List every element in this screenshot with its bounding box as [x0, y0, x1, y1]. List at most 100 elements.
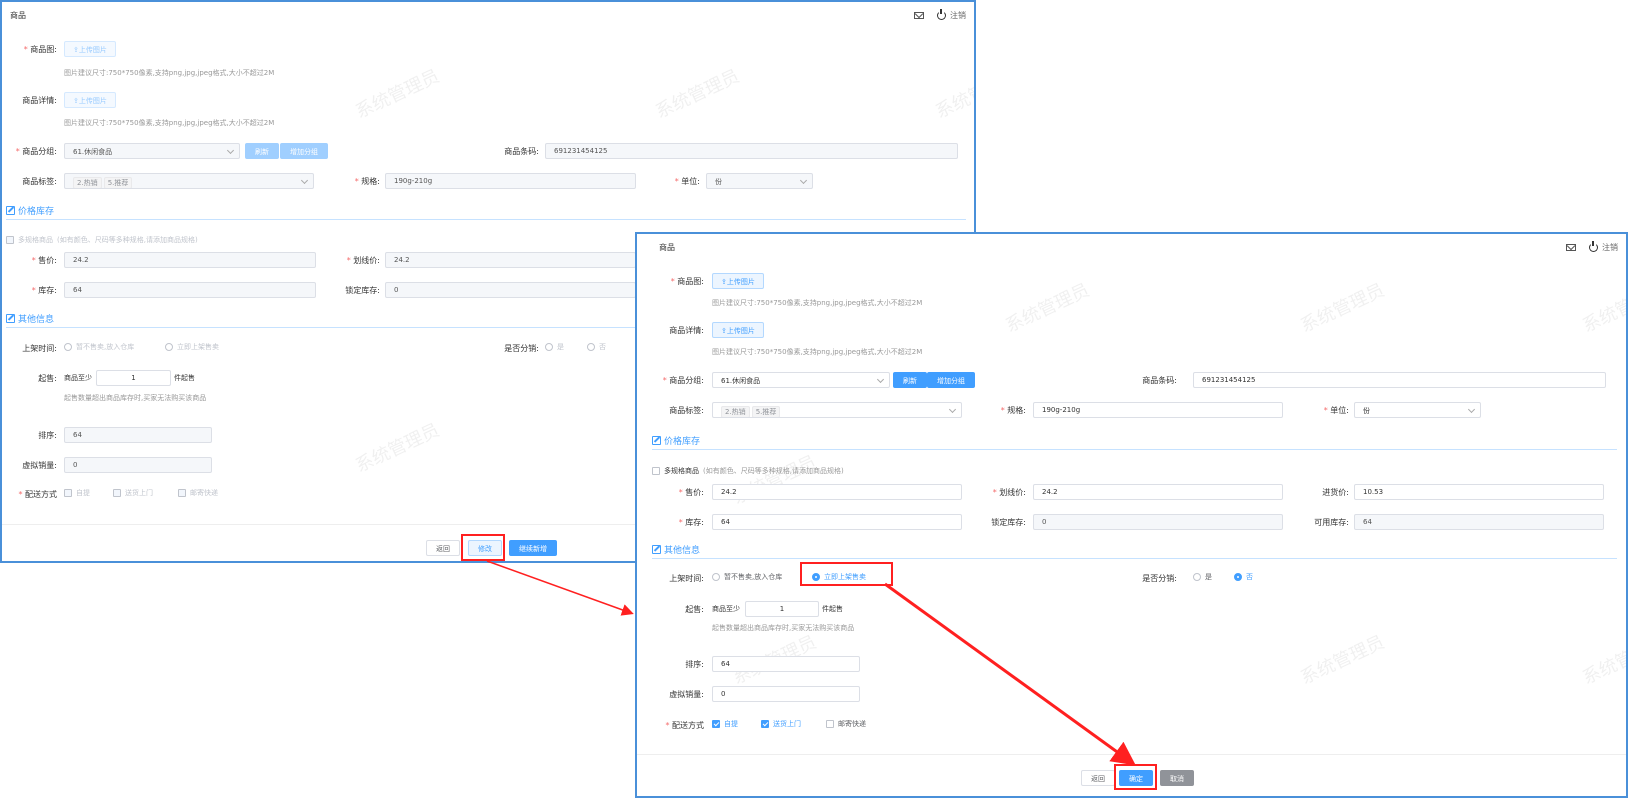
delivery-home-checkbox[interactable]: 送货上门	[761, 719, 801, 729]
back-button[interactable]: 返回	[1081, 770, 1115, 786]
available-stock-label: 可用库存:	[1314, 518, 1349, 527]
edit-icon	[6, 206, 15, 215]
delivery-label: 配送方式	[659, 720, 704, 731]
edit-button-highlight	[461, 534, 505, 561]
edit-icon	[6, 314, 15, 323]
spec-label: 规格:	[994, 405, 1026, 416]
upload-hint: 图片建议尺寸:750*750像素,支持png,jpg,jpeg格式,大小不超过2…	[712, 348, 923, 356]
back-topbar: 商品 注销	[2, 2, 974, 28]
stock-label: 库存:	[659, 517, 704, 528]
distribution-no[interactable]: 否	[1234, 572, 1253, 582]
stock-input[interactable]: 64	[712, 514, 962, 530]
arrow-edit-to-form	[486, 560, 634, 616]
price-label: 售价:	[22, 255, 57, 266]
price-input[interactable]: 24.2	[712, 484, 962, 500]
upload-detail-button[interactable]: ⇪上传图片	[64, 92, 116, 108]
watermark: 系统管理员	[1579, 631, 1628, 689]
shelf-option-warehouse[interactable]: 暂不售卖,放入仓库	[712, 572, 782, 582]
product-image-label: 商品图:	[659, 276, 704, 287]
front-window: 商品 注销 系统管理员 系统管理员 系统管理员 系统管理员 系统管理员 系统管理…	[635, 232, 1628, 798]
tag-item: 5.推荐	[103, 177, 133, 188]
multi-spec-checkbox[interactable]: 多规格商品 (如有颜色、尺码等多种规格,请添加商品规格)	[652, 466, 844, 476]
distribution-no[interactable]: 否	[587, 342, 606, 352]
unit-select[interactable]: 份	[1354, 402, 1481, 418]
min-order-prefix: 商品至少	[712, 605, 740, 613]
distribution-yes[interactable]: 是	[545, 342, 564, 352]
logout-label: 注销	[1602, 243, 1618, 252]
barcode-label: 商品条码:	[504, 147, 539, 156]
upload-image-button[interactable]: ⇪上传图片	[712, 273, 764, 289]
upload-image-button[interactable]: ⇪上传图片	[64, 41, 116, 57]
stock-input[interactable]: 64	[64, 282, 316, 298]
barcode-input[interactable]: 691231454125	[545, 143, 958, 159]
sort-input[interactable]: 64	[712, 656, 860, 672]
front-topbar: 商品 注销	[637, 234, 1626, 260]
unit-label: 单位:	[1317, 405, 1349, 416]
tags-select[interactable]: 2.热销 5.推荐	[712, 402, 962, 418]
mail-icon[interactable]	[914, 12, 924, 19]
delivery-express-checkbox[interactable]: 邮寄快递	[178, 488, 218, 498]
cancel-button[interactable]: 取消	[1160, 770, 1194, 786]
locked-stock-label: 锁定库存:	[345, 286, 380, 295]
price-input[interactable]: 24.2	[64, 252, 316, 268]
power-icon	[1589, 241, 1598, 252]
locked-stock-label: 锁定库存:	[991, 518, 1026, 527]
refresh-button[interactable]: 刷新	[893, 372, 927, 388]
barcode-input[interactable]: 691231454125	[1193, 372, 1606, 388]
strike-price-label: 划线价:	[982, 487, 1026, 498]
logout-button[interactable]: 注销	[1589, 241, 1618, 253]
virtual-sales-input[interactable]: 0	[64, 457, 212, 473]
tags-label: 商品标签:	[669, 406, 704, 415]
virtual-sales-label: 虚拟销量:	[669, 690, 704, 699]
shelf-option-immediate[interactable]: 立即上架售卖	[165, 342, 219, 352]
distribution-label: 是否分销:	[504, 344, 539, 353]
multi-spec-checkbox[interactable]: 多规格商品 (如有颜色、尺码等多种规格,请添加商品规格)	[6, 235, 198, 245]
category-select[interactable]: 61.休闲食品	[64, 143, 240, 159]
strike-price-input[interactable]: 24.2	[1033, 484, 1283, 500]
mail-icon[interactable]	[1566, 244, 1576, 251]
tags-select[interactable]: 2.热销 5.推荐	[64, 173, 314, 189]
logout-button[interactable]: 注销	[937, 9, 966, 21]
locked-stock-input[interactable]: 0	[385, 282, 636, 298]
watermark: 系统管理员	[1297, 631, 1388, 689]
barcode-label: 商品条码:	[1142, 376, 1177, 385]
unit-select[interactable]: 份	[706, 173, 813, 189]
back-button[interactable]: 返回	[426, 540, 460, 556]
spec-input[interactable]: 190g-210g	[1033, 402, 1283, 418]
delivery-home-checkbox[interactable]: 送货上门	[113, 488, 153, 498]
confirm-button-highlight	[1114, 764, 1157, 790]
divider	[652, 558, 1617, 559]
power-icon	[937, 9, 946, 20]
min-order-stepper[interactable]: 1	[96, 370, 171, 386]
delivery-pickup-checkbox[interactable]: 自提	[712, 719, 738, 729]
shelf-option-warehouse[interactable]: 暂不售卖,放入仓库	[64, 342, 134, 352]
upload-hint: 图片建议尺寸:750*750像素,支持png,jpg,jpeg格式,大小不超过2…	[64, 69, 275, 77]
virtual-sales-input[interactable]: 0	[712, 686, 860, 702]
add-group-button[interactable]: 增加分组	[927, 372, 975, 388]
category-select[interactable]: 61.休闲食品	[712, 372, 890, 388]
delivery-pickup-checkbox[interactable]: 自提	[64, 488, 90, 498]
watermark: 系统管理员	[352, 65, 443, 123]
sort-input[interactable]: 64	[64, 427, 212, 443]
product-image-label: 商品图:	[22, 44, 57, 55]
edit-icon	[652, 436, 661, 445]
available-stock-input: 64	[1354, 514, 1604, 530]
strike-price-input[interactable]: 24.2	[385, 252, 636, 268]
min-order-label: 起售:	[685, 605, 704, 614]
upload-detail-button[interactable]: ⇪上传图片	[712, 322, 764, 338]
sort-label: 排序:	[685, 660, 704, 669]
add-group-button[interactable]: 增加分组	[280, 143, 328, 159]
price-section-title: 价格库存	[6, 204, 54, 217]
distribution-yes[interactable]: 是	[1193, 572, 1212, 582]
refresh-button[interactable]: 刷新	[245, 143, 279, 159]
delivery-express-checkbox[interactable]: 邮寄快递	[826, 719, 866, 729]
continue-add-button[interactable]: 继续新增	[509, 540, 557, 556]
shelf-time-label: 上架时间:	[22, 344, 57, 353]
spec-input[interactable]: 190g-210g	[385, 173, 636, 189]
min-order-hint: 起售数量超出商品库存时,买家无法购买该商品	[64, 394, 207, 402]
watermark: 系统管理员	[932, 65, 976, 123]
divider	[6, 219, 966, 220]
product-detail-label: 商品详情:	[22, 96, 57, 105]
min-order-stepper[interactable]: 1	[745, 601, 819, 617]
cost-price-input[interactable]: 10.53	[1354, 484, 1604, 500]
